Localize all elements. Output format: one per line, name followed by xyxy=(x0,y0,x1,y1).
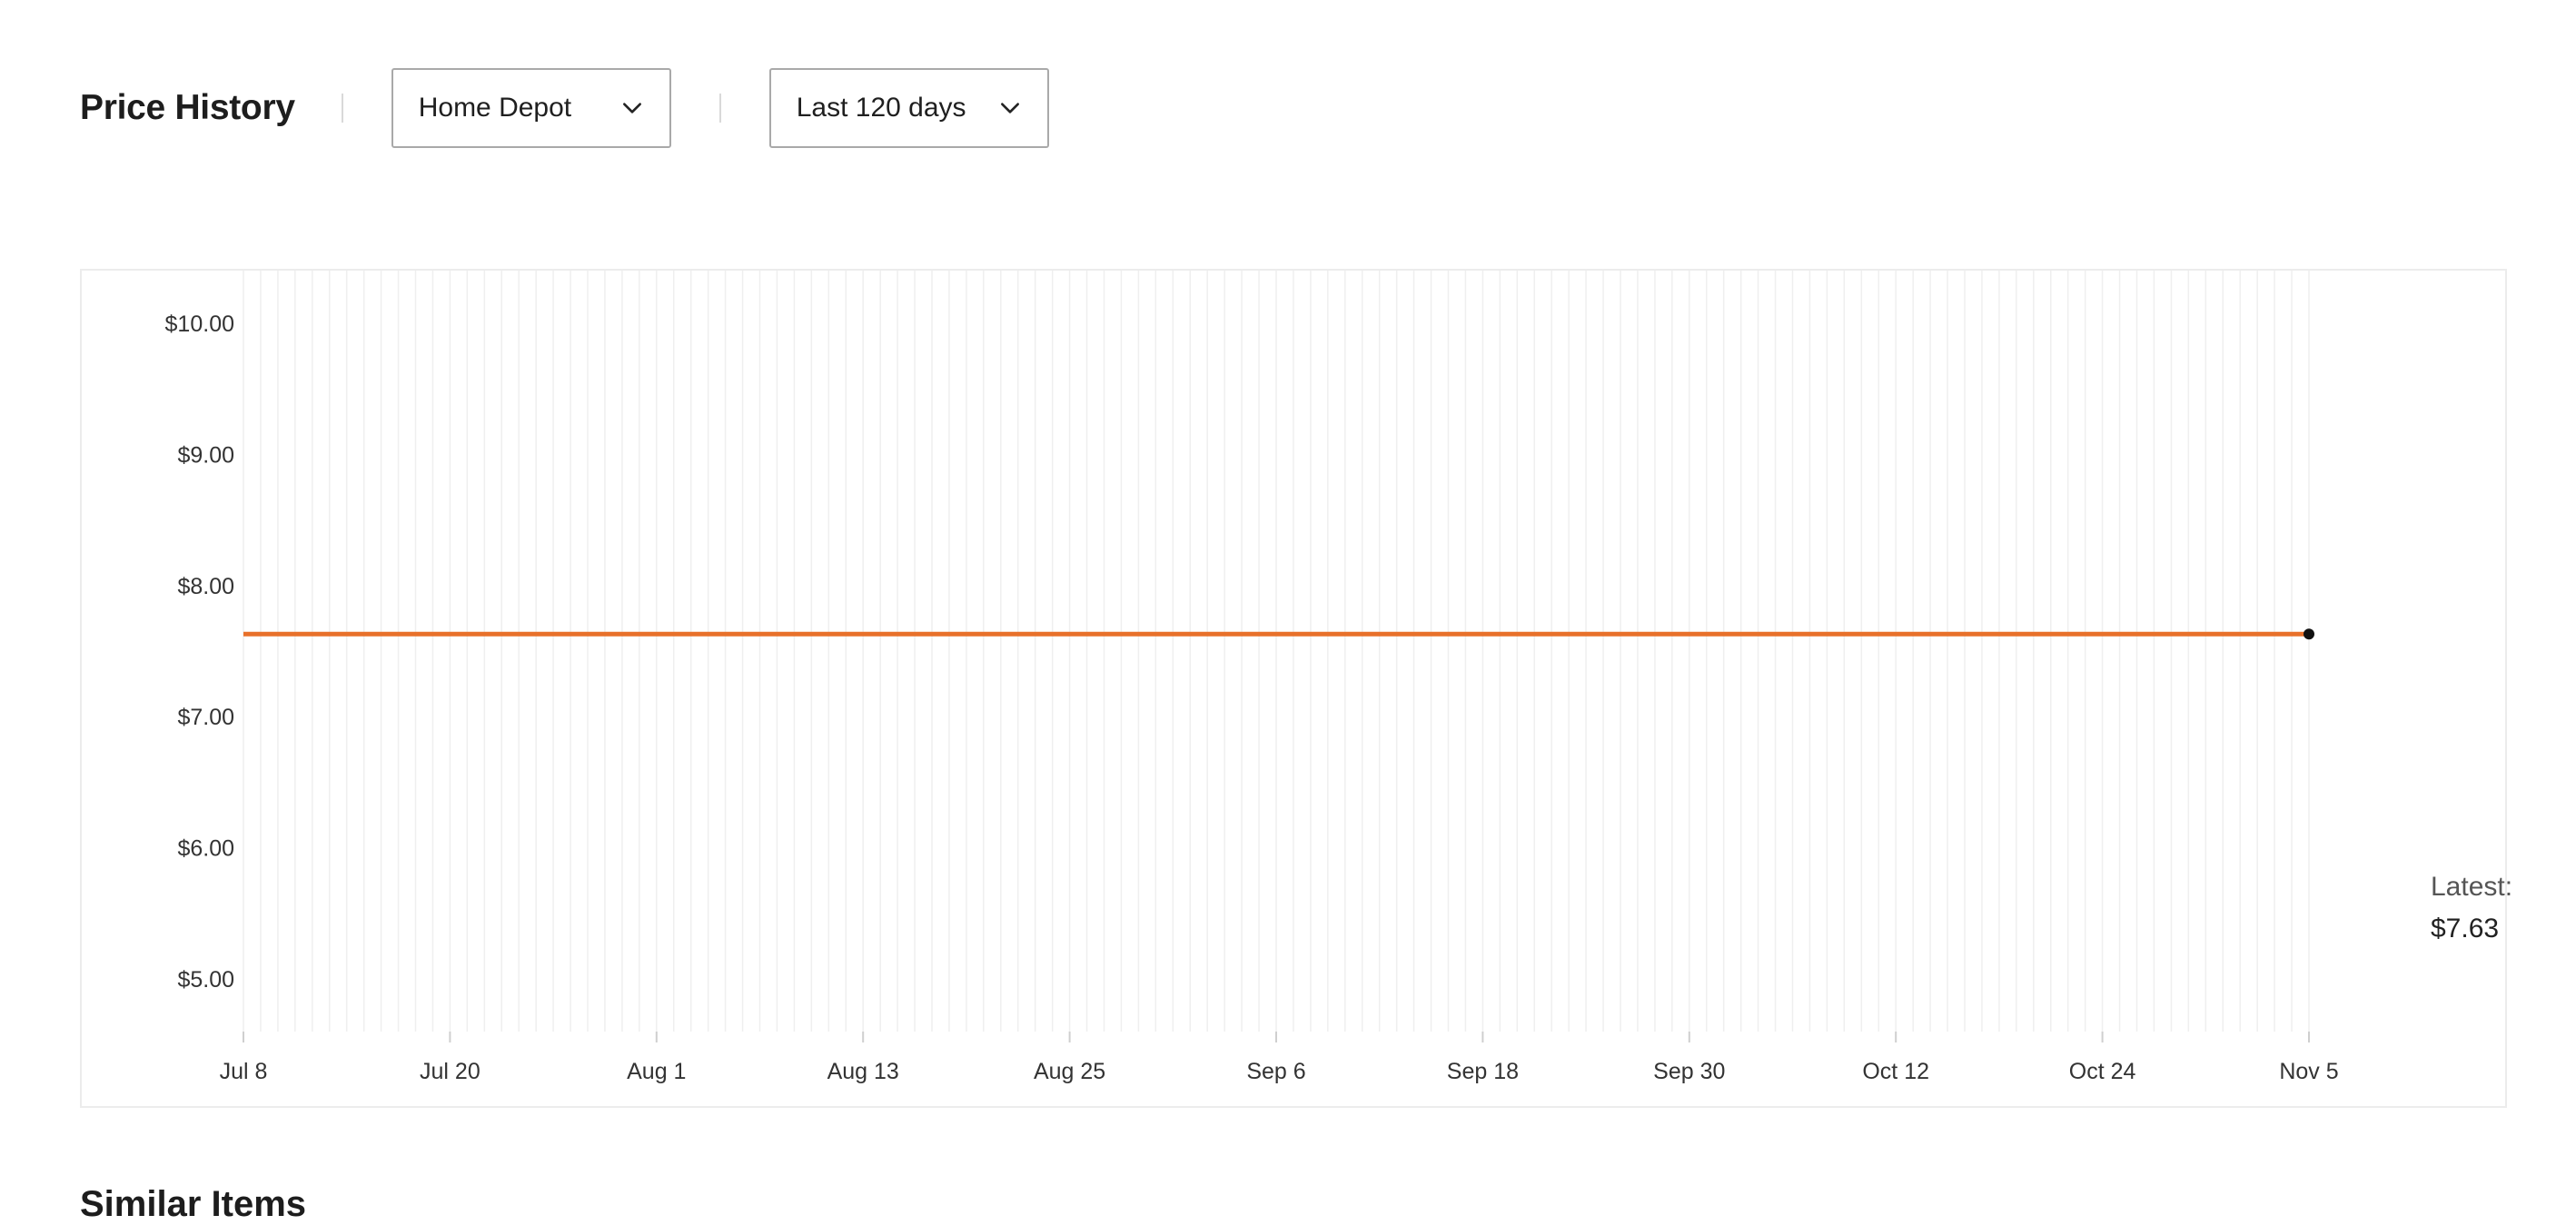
chevron-down-icon xyxy=(622,103,641,114)
page-title: Price History xyxy=(80,88,295,127)
y-tick-label: $10.00 xyxy=(165,311,234,337)
store-select[interactable]: Home Depot xyxy=(391,68,671,148)
x-tick-label: Oct 24 xyxy=(2069,1059,2136,1084)
similar-items-heading: Similar Items xyxy=(80,1184,307,1224)
x-tick-label: Jul 8 xyxy=(220,1059,268,1084)
y-tick-label: $8.00 xyxy=(177,574,234,599)
price-history-header: Price History Home Depot Last 120 days xyxy=(80,68,1049,148)
latest-price-annotation: Latest: $7.63 xyxy=(2431,866,2512,950)
y-tick-label: $9.00 xyxy=(177,442,234,468)
x-tick-label: Sep 6 xyxy=(1246,1059,1305,1084)
chevron-down-icon xyxy=(1000,103,1019,114)
x-tick-label: Sep 18 xyxy=(1447,1059,1519,1084)
date-range-select-value: Last 120 days xyxy=(796,93,966,123)
x-tick-label: Aug 1 xyxy=(627,1059,686,1084)
x-tick-label: Aug 13 xyxy=(827,1059,899,1084)
store-select-value: Home Depot xyxy=(418,93,572,123)
y-tick-label: $6.00 xyxy=(177,836,234,862)
latest-point-marker xyxy=(2304,628,2314,640)
x-tick-label: Oct 12 xyxy=(1862,1059,1929,1084)
x-tick-label: Jul 20 xyxy=(420,1059,481,1084)
y-tick-label: $5.00 xyxy=(177,967,234,993)
latest-label: Latest: xyxy=(2431,872,2513,902)
latest-value: $7.63 xyxy=(2431,914,2500,943)
price-chart-card: $10.00 $9.00 $8.00 $7.00 $6.00 $5.00 Jul 8 Jul … xyxy=(80,269,2512,1108)
x-tick-label: Nov 5 xyxy=(2279,1059,2338,1084)
x-tick-label: Aug 25 xyxy=(1034,1059,1105,1084)
date-range-select[interactable]: Last 120 days xyxy=(768,68,1049,148)
x-tick-label: Sep 30 xyxy=(1653,1059,1725,1084)
header-divider xyxy=(341,94,343,123)
y-tick-label: $7.00 xyxy=(177,705,234,730)
header-divider xyxy=(718,94,721,123)
price-history-chart: $10.00 $9.00 $8.00 $7.00 $6.00 $5.00 Jul 8 Jul … xyxy=(165,271,2339,1084)
